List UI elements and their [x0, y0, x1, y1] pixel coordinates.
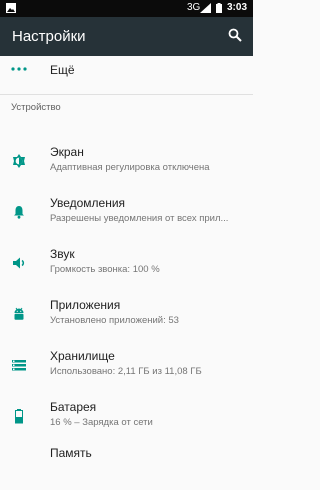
settings-item-title: Хранилище — [50, 349, 115, 363]
storage-icon — [12, 360, 26, 371]
more-settings-item[interactable]: Ещё — [0, 56, 253, 94]
page-title: Настройки — [12, 28, 86, 45]
settings-item-notifications[interactable]: Уведомления Разрешены уведомления от все… — [0, 190, 253, 240]
settings-item-subtitle: Громкость звонка: 100 % — [50, 264, 160, 275]
settings-item-title: Экран — [50, 145, 84, 159]
more-dots-icon — [11, 67, 27, 71]
settings-item-sound[interactable]: Звук Громкость звонка: 100 % — [0, 241, 253, 291]
settings-item-subtitle: Использовано: 2,11 ГБ из 11,08 ГБ — [50, 366, 202, 377]
status-bar: 3G 3:03 — [0, 0, 253, 17]
battery-icon — [15, 409, 23, 424]
app-bar: Настройки — [0, 17, 253, 56]
divider — [0, 94, 253, 95]
more-label: Ещё — [50, 63, 75, 77]
battery-status-icon — [216, 3, 222, 13]
image-notification-icon — [6, 3, 16, 13]
settings-item-subtitle: Разрешены уведомления от всех прил... — [50, 213, 229, 224]
settings-item-title: Батарея — [50, 400, 97, 414]
section-header-device: Устройство — [11, 102, 61, 113]
network-type: 3G — [187, 2, 201, 13]
settings-item-storage[interactable]: Хранилище Использовано: 2,11 ГБ из 11,08… — [0, 343, 253, 393]
settings-item-subtitle: 16 % – Зарядка от сети — [50, 417, 153, 428]
settings-item-apps[interactable]: Приложения Установлено приложений: 53 — [0, 292, 253, 342]
volume-icon — [13, 257, 25, 269]
signal-icon — [200, 3, 211, 13]
android-icon — [14, 307, 24, 320]
settings-item-battery[interactable]: Батарея 16 % – Зарядка от сети — [0, 394, 253, 444]
search-icon[interactable] — [228, 28, 242, 42]
settings-item-title: Звук — [50, 247, 75, 261]
settings-item-title: Память — [50, 446, 92, 460]
settings-item-title: Уведомления — [50, 196, 126, 210]
settings-item-subtitle: Установлено приложений: 53 — [50, 315, 179, 326]
settings-item-subtitle: Адаптивная регулировка отключена — [50, 162, 210, 173]
brightness-icon — [13, 154, 25, 168]
settings-item-title: Приложения — [50, 298, 121, 312]
clock: 3:03 — [227, 2, 248, 13]
settings-item-memory[interactable]: Память — [0, 440, 253, 490]
bell-icon — [14, 206, 24, 219]
settings-item-display[interactable]: Экран Адаптивная регулировка отключена — [0, 139, 253, 189]
